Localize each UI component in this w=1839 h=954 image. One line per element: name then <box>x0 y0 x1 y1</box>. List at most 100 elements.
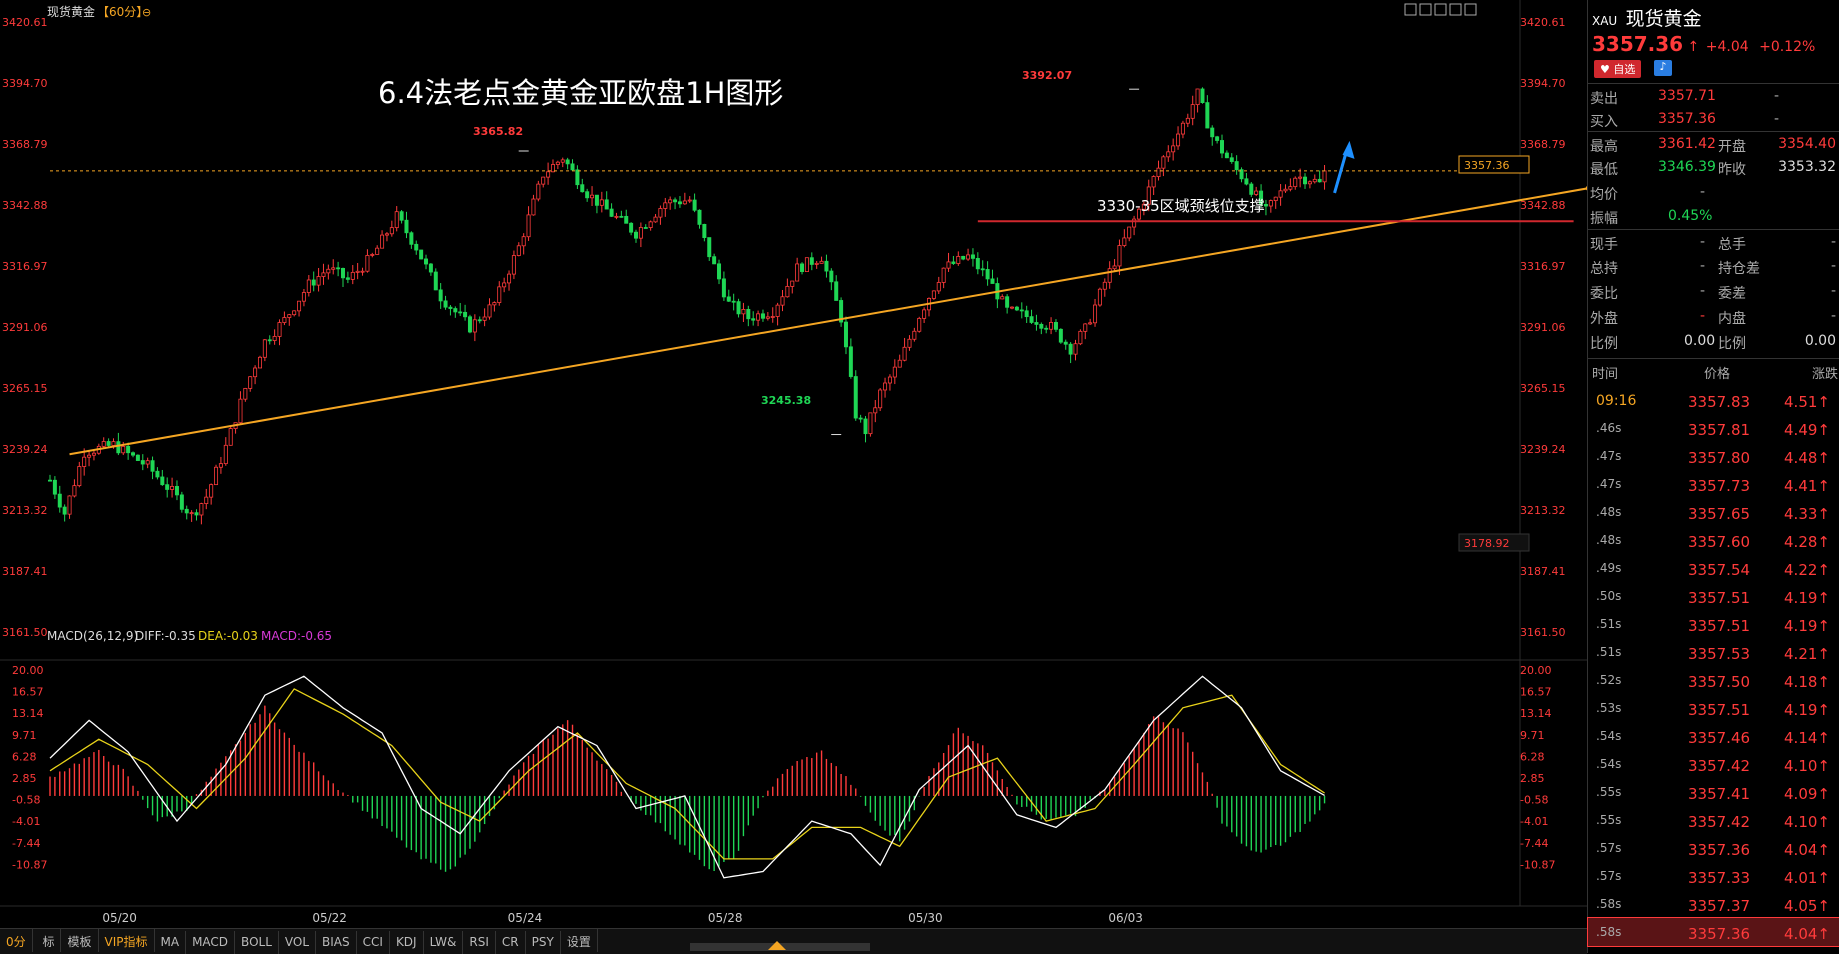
candle-body <box>1151 176 1156 188</box>
tick-row[interactable]: .57s 3357.36 4.04↑ <box>1588 834 1839 862</box>
candle-body <box>282 317 287 323</box>
candle-body <box>941 267 946 283</box>
tick-row[interactable]: .51s 3357.51 4.19↑ <box>1588 610 1839 638</box>
candle-body <box>726 296 731 302</box>
indicator-tab[interactable]: MA <box>155 931 187 954</box>
candle-body <box>990 278 995 284</box>
arrow-up-icon: ↑ <box>1817 701 1830 719</box>
price-tick-label: 3394.70 <box>1520 77 1566 90</box>
tick-row[interactable]: .48s 3357.65 4.33↑ <box>1588 498 1839 526</box>
tick-row[interactable]: .51s 3357.53 4.21↑ <box>1588 638 1839 666</box>
bell-icon[interactable]: ♪ <box>1654 60 1672 76</box>
chart-canvas[interactable]: 3420.61 3394.70 3368.79 3342.88 3316.97 3291.… <box>0 0 1587 928</box>
tick-row[interactable]: .58s 3357.36 4.04↑ <box>1587 917 1839 947</box>
candle-body <box>62 506 67 515</box>
scroll-thumb-icon[interactable] <box>768 941 786 950</box>
candle-body <box>770 316 775 318</box>
indicator-tab[interactable]: BOLL <box>235 931 279 954</box>
price-tick-label: 3187.41 <box>2 565 48 578</box>
tick-change-value: 4.28 <box>1784 533 1818 551</box>
tick-change-value: 4.51 <box>1784 393 1818 411</box>
candle-body <box>189 512 194 515</box>
tick-row[interactable]: 09:16 3357.83 4.51↑ <box>1588 386 1839 414</box>
candle-body <box>1166 151 1171 158</box>
indicator-tab[interactable]: CR <box>496 931 526 954</box>
candle-body <box>419 249 424 260</box>
indicator-tab[interactable]: 模板 <box>61 929 99 952</box>
candle-body <box>858 417 863 420</box>
tick-row[interactable]: .53s 3357.51 4.19↑ <box>1588 694 1839 722</box>
tick-row[interactable]: .49s 3357.54 4.22↑ <box>1588 554 1839 582</box>
period-toggle[interactable]: 0分 <box>0 929 33 952</box>
candle-body <box>340 267 345 279</box>
candle-body <box>1088 322 1093 325</box>
tick-row[interactable]: .55s 3357.42 4.10↑ <box>1588 806 1839 834</box>
indicator-tab[interactable]: KDJ <box>390 931 424 954</box>
candle-body <box>1093 304 1098 324</box>
indicator-tab[interactable]: VOL <box>279 931 317 954</box>
tick-row[interactable]: .50s 3357.51 4.19↑ <box>1588 582 1839 610</box>
candle-body <box>1254 190 1259 195</box>
macd-tick-label: 20.00 <box>1520 664 1552 677</box>
candle-body <box>609 208 614 217</box>
candle-body <box>150 460 155 472</box>
candle-body <box>428 263 433 273</box>
candle-body <box>48 479 53 482</box>
tick-row[interactable]: .52s 3357.50 4.18↑ <box>1588 666 1839 694</box>
prev-label-text: 昨收 <box>1718 162 1746 178</box>
candle-body <box>458 311 463 314</box>
tick-row[interactable]: .54s 3357.42 4.10↑ <box>1588 750 1839 778</box>
indicator-tab[interactable]: PSY <box>526 931 561 954</box>
candle-body <box>1034 322 1039 325</box>
candle-body <box>966 254 971 260</box>
candle-body <box>394 211 399 229</box>
macd-tick-label: 16.57 <box>1520 686 1552 699</box>
indicator-tab[interactable]: VIP指标 <box>99 929 155 952</box>
arrow-up-icon: ↑ <box>1817 561 1830 579</box>
candle-body <box>1312 178 1317 183</box>
indicator-tab[interactable]: 标 <box>36 929 62 952</box>
indicator-tab[interactable]: RSI <box>463 931 496 954</box>
candle-body <box>1220 140 1225 154</box>
tick-row[interactable]: .57s 3357.33 4.01↑ <box>1588 862 1839 890</box>
settings-gear-icon[interactable]: ⊖ <box>142 6 151 19</box>
candle-body <box>629 222 634 233</box>
candle-body <box>174 486 179 496</box>
candle-body <box>350 271 355 280</box>
candle-body <box>399 211 404 221</box>
favorite-button[interactable]: ♥ 自选 <box>1594 60 1642 78</box>
candle-body <box>82 456 87 467</box>
candle-body <box>873 407 878 414</box>
chart-period-label[interactable]: 【60分】 <box>97 5 148 19</box>
tick-row[interactable]: .54s 3357.46 4.14↑ <box>1588 722 1839 750</box>
row-buy: 买入 3357.36 - <box>1588 107 1839 131</box>
candle-body <box>1107 268 1112 283</box>
tick-row[interactable]: .48s 3357.60 4.28↑ <box>1588 526 1839 554</box>
tick-change: 4.22↑ <box>1784 561 1830 579</box>
candle-body <box>1322 170 1327 183</box>
candle-body <box>1200 88 1205 104</box>
low-label: 3245.38 <box>761 394 811 407</box>
price-tick-label: 3291.06 <box>1520 321 1566 334</box>
tick-row[interactable]: .46s 3357.81 4.49↑ <box>1588 414 1839 442</box>
candle-body <box>760 313 765 319</box>
indicator-tab[interactable]: MACD <box>186 931 236 954</box>
indicator-tab[interactable]: 设置 <box>561 929 598 952</box>
tick-row[interactable]: .58s 3357.37 4.05↑ <box>1588 890 1839 918</box>
quote-header: XAU 现货黄金 <box>1592 4 1702 31</box>
indicator-tab[interactable]: BIAS <box>316 931 357 954</box>
candle-body <box>1024 310 1029 318</box>
tick-row[interactable]: .55s 3357.41 4.09↑ <box>1588 778 1839 806</box>
candle-body <box>902 346 907 361</box>
candle-body <box>57 493 62 508</box>
indicator-tab[interactable]: LW& <box>424 931 464 954</box>
tick-time: .50s <box>1596 589 1622 603</box>
tick-price: 3357.51 <box>1688 701 1751 719</box>
tick-row[interactable]: .47s 3357.80 4.48↑ <box>1588 442 1839 470</box>
tick-price: 3357.51 <box>1688 617 1751 635</box>
indicator-tab[interactable]: CCI <box>357 931 390 954</box>
candle-body <box>492 302 497 306</box>
tick-row[interactable]: .47s 3357.73 4.41↑ <box>1588 470 1839 498</box>
candle-body <box>780 296 785 306</box>
buy-price: 3357.36 <box>1658 111 1716 127</box>
